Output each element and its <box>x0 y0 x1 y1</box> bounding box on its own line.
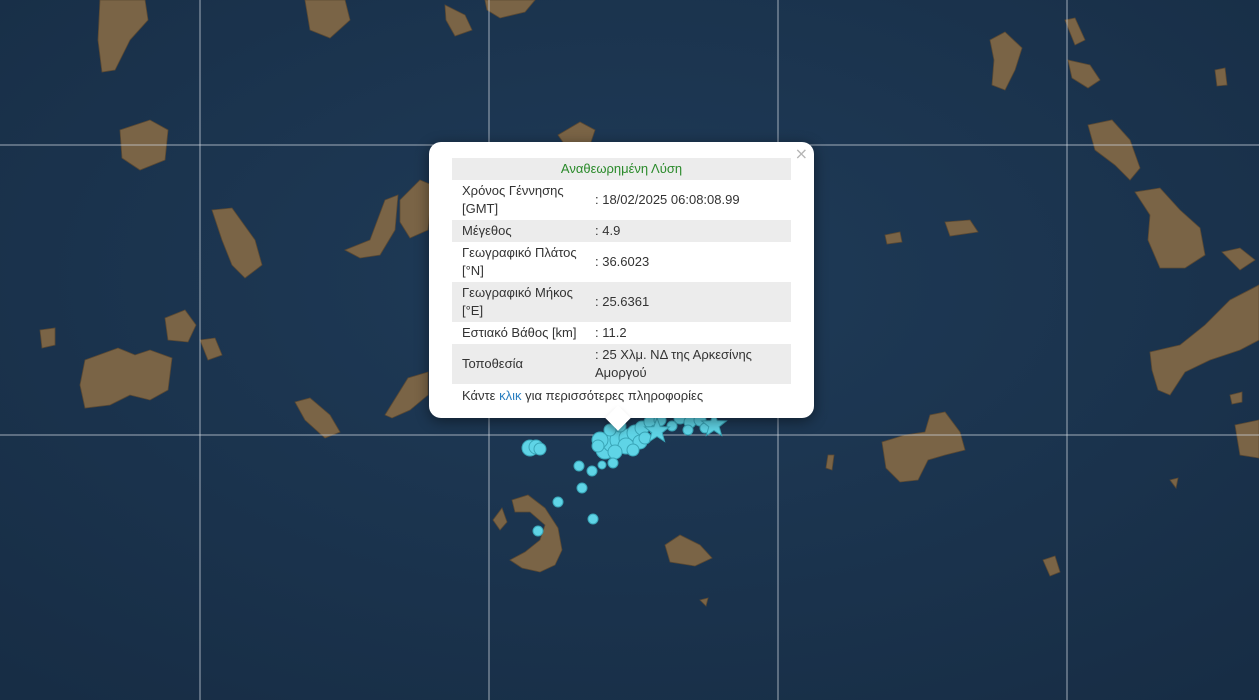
event-details-table: Αναθεωρημένη Λύση Χρόνος Γέννησης [GMT]:… <box>452 158 791 384</box>
earthquake-marker[interactable] <box>576 482 588 494</box>
earthquake-marker[interactable] <box>597 460 607 470</box>
popup-title: Αναθεωρημένη Λύση <box>452 158 791 180</box>
earthquake-marker[interactable] <box>586 465 598 477</box>
earthquake-marker[interactable] <box>607 457 619 469</box>
more-info-suffix: για περισσότερες πληροφορίες <box>525 388 704 403</box>
value-depth: : 11.2 <box>595 325 627 340</box>
label-magnitude: Μέγεθος <box>452 220 595 242</box>
earthquake-marker[interactable] <box>626 443 640 457</box>
label-depth: Εστιακό Βάθος [km] <box>462 325 577 340</box>
label-longitude: Γεωγραφικό Μήκος [°E] <box>452 282 595 322</box>
earthquake-marker[interactable] <box>682 424 694 436</box>
value-location: : 25 Χλμ. ΝΔ της Αρκεσίνης Αμοργού <box>595 344 791 384</box>
earthquake-marker[interactable] <box>666 420 678 432</box>
value-magnitude: : 4.9 <box>595 220 791 242</box>
earthquake-marker[interactable] <box>591 439 605 453</box>
earthquake-marker[interactable] <box>587 513 599 525</box>
earthquake-marker[interactable] <box>532 525 544 537</box>
earthquake-marker[interactable] <box>552 496 564 508</box>
value-longitude: : 25.6361 <box>595 282 791 322</box>
popup-body: Αναθεωρημένη Λύση Χρόνος Γέννησης [GMT]:… <box>452 158 791 407</box>
earthquake-marker[interactable] <box>573 460 585 472</box>
label-latitude: Γεωγραφικό Πλάτος [°N] <box>462 245 577 278</box>
island <box>39 327 56 349</box>
island <box>1214 67 1228 87</box>
close-icon[interactable]: × <box>795 145 808 163</box>
label-origin-time: Χρόνος Γέννησης [GMT] <box>462 183 564 216</box>
more-info-line: Κάντε κλικ για περισσότερες πληροφορίες <box>452 384 791 407</box>
label-location: Τοποθεσία <box>452 344 595 384</box>
more-info-link[interactable]: κλικ <box>499 388 521 403</box>
earthquake-info-popup: × Αναθεωρημένη Λύση Χρόνος Γέννησης [GMT… <box>429 142 814 431</box>
earthquake-marker[interactable] <box>533 442 547 456</box>
value-origin-time: : 18/02/2025 06:08:08.99 <box>595 192 740 207</box>
more-info-prefix: Κάντε <box>462 388 496 403</box>
value-latitude: : 36.6023 <box>595 254 650 269</box>
earthquake-marker[interactable] <box>607 444 623 460</box>
